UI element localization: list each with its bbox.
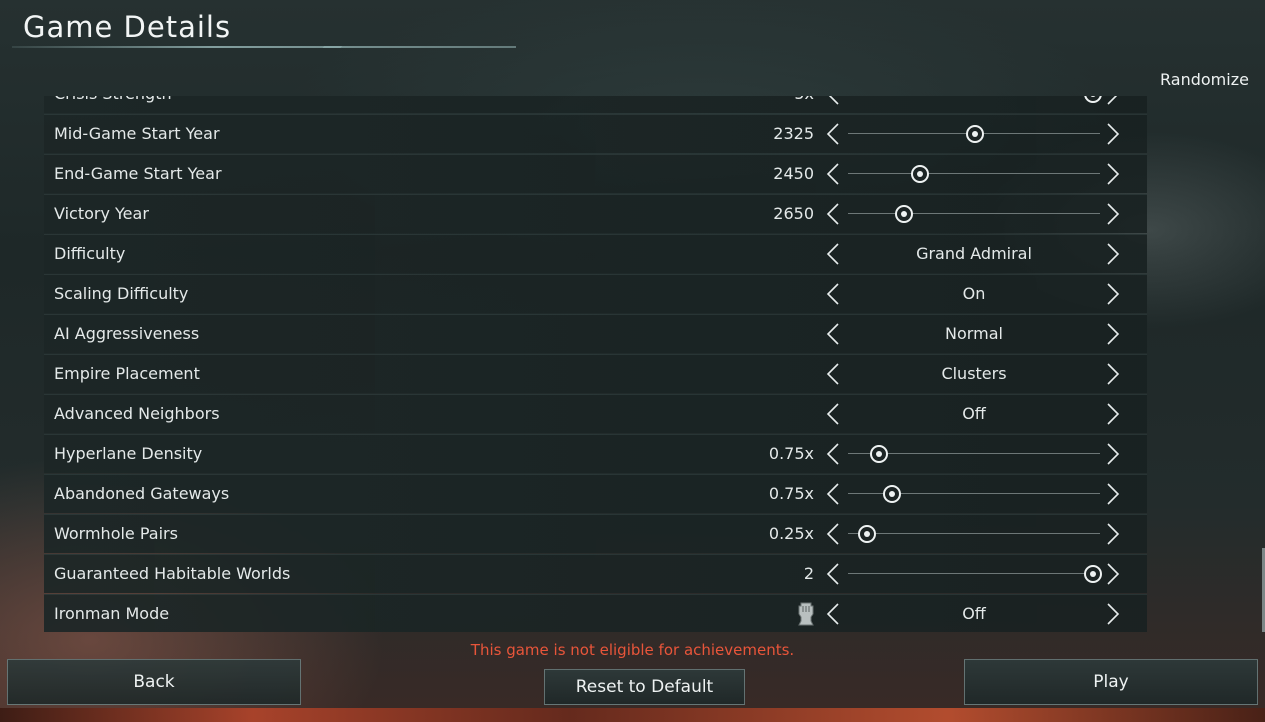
increase-arrow-icon[interactable] [1104, 482, 1122, 506]
slider-handle[interactable] [1084, 96, 1102, 103]
increase-arrow-icon[interactable] [1104, 402, 1122, 426]
slider-track[interactable] [848, 525, 1100, 543]
setting-value: 0.25x [768, 524, 814, 543]
decrease-arrow-icon[interactable] [824, 442, 842, 466]
setting-row: Advanced Neighbors Off [44, 394, 1147, 433]
setting-value: 0.75x [768, 484, 814, 503]
setting-choice: Clusters [941, 364, 1007, 383]
setting-value: 2 [803, 564, 814, 583]
setting-row: Guaranteed Habitable Worlds 2 [44, 554, 1147, 593]
setting-row: AI Aggressiveness Normal [44, 314, 1147, 353]
decrease-arrow-icon[interactable] [824, 122, 842, 146]
setting-row: Wormhole Pairs 0.25x [44, 514, 1147, 553]
setting-row: Crisis Strength 5x [44, 96, 1147, 113]
increase-arrow-icon[interactable] [1104, 562, 1122, 586]
setting-label: Empire Placement [54, 364, 200, 383]
gauntlet-icon [796, 601, 816, 627]
setting-choice: Normal [945, 324, 1003, 343]
slider-track[interactable] [848, 125, 1100, 143]
setting-choice: Off [962, 404, 986, 423]
setting-label: Scaling Difficulty [54, 284, 189, 303]
slider-track[interactable] [848, 445, 1100, 463]
setting-value: 2450 [773, 164, 814, 183]
setting-label: Victory Year [54, 204, 149, 223]
decrease-arrow-icon[interactable] [824, 282, 842, 306]
decrease-arrow-icon[interactable] [824, 96, 842, 106]
setting-label: Mid-Game Start Year [54, 124, 220, 143]
setting-value: 2325 [773, 124, 814, 143]
back-button[interactable]: Back [7, 659, 301, 705]
decrease-arrow-icon[interactable] [824, 202, 842, 226]
slider-track[interactable] [848, 165, 1100, 183]
decrease-arrow-icon[interactable] [824, 402, 842, 426]
setting-label: Crisis Strength [54, 96, 172, 103]
slider-handle[interactable] [870, 445, 888, 463]
slider-handle[interactable] [895, 205, 913, 223]
achievement-warning: This game is not eligible for achievemen… [470, 641, 795, 659]
setting-row: Ironman Mode Off [44, 594, 1147, 632]
setting-row: Abandoned Gateways 0.75x [44, 474, 1147, 513]
increase-arrow-icon[interactable] [1104, 122, 1122, 146]
increase-arrow-icon[interactable] [1104, 362, 1122, 386]
decrease-arrow-icon[interactable] [824, 362, 842, 386]
setting-value: 5x [794, 96, 814, 103]
setting-value: 0.75x [768, 444, 814, 463]
setting-row: Scaling Difficulty On [44, 274, 1147, 313]
setting-label: AI Aggressiveness [54, 324, 200, 343]
increase-arrow-icon[interactable] [1104, 602, 1122, 626]
slider-handle[interactable] [911, 165, 929, 183]
setting-label: Ironman Mode [54, 604, 170, 623]
slider-track[interactable] [848, 205, 1100, 223]
setting-row: Hyperlane Density 0.75x [44, 434, 1147, 473]
slider-handle[interactable] [883, 485, 901, 503]
slider-handle[interactable] [858, 525, 876, 543]
setting-label: Difficulty [54, 244, 126, 263]
randomize-button[interactable]: Randomize [1160, 70, 1249, 89]
setting-choice: Off [962, 604, 986, 623]
setting-label: Wormhole Pairs [54, 524, 178, 543]
increase-arrow-icon[interactable] [1104, 442, 1122, 466]
decrease-arrow-icon[interactable] [824, 522, 842, 546]
title-underline [12, 46, 516, 48]
decrease-arrow-icon[interactable] [824, 322, 842, 346]
reset-to-default-button[interactable]: Reset to Default [544, 669, 745, 705]
setting-choice: On [962, 284, 986, 303]
setting-value: 2650 [773, 204, 814, 223]
setting-row: Empire Placement Clusters [44, 354, 1147, 393]
decrease-arrow-icon[interactable] [824, 482, 842, 506]
setting-choice: Grand Admiral [916, 244, 1032, 263]
increase-arrow-icon[interactable] [1104, 96, 1122, 106]
setting-row: Difficulty Grand Admiral [44, 234, 1147, 273]
setting-row: End-Game Start Year 2450 [44, 154, 1147, 193]
setting-label: Hyperlane Density [54, 444, 203, 463]
setting-row: Victory Year 2650 [44, 194, 1147, 233]
decrease-arrow-icon[interactable] [824, 602, 842, 626]
play-button[interactable]: Play [964, 659, 1258, 705]
slider-track[interactable] [848, 565, 1102, 583]
setting-label: Advanced Neighbors [54, 404, 220, 423]
decrease-arrow-icon[interactable] [824, 242, 842, 266]
setting-label: Guaranteed Habitable Worlds [54, 564, 291, 583]
settings-list: Crisis Strength 5x Mid-Game Start Year 2325… [44, 96, 1147, 632]
increase-arrow-icon[interactable] [1104, 282, 1122, 306]
slider-track[interactable] [848, 485, 1100, 503]
decrease-arrow-icon[interactable] [824, 562, 842, 586]
background-glow [0, 708, 1265, 722]
increase-arrow-icon[interactable] [1104, 322, 1122, 346]
increase-arrow-icon[interactable] [1104, 202, 1122, 226]
slider-handle[interactable] [966, 125, 984, 143]
page-title: Game Details [23, 10, 232, 44]
setting-row: Mid-Game Start Year 2325 [44, 114, 1147, 153]
setting-label: End-Game Start Year [54, 164, 222, 183]
increase-arrow-icon[interactable] [1104, 162, 1122, 186]
decrease-arrow-icon[interactable] [824, 162, 842, 186]
setting-label: Abandoned Gateways [54, 484, 230, 503]
slider-handle[interactable] [1084, 565, 1102, 583]
increase-arrow-icon[interactable] [1104, 242, 1122, 266]
increase-arrow-icon[interactable] [1104, 522, 1122, 546]
header: Game Details [0, 0, 1265, 60]
